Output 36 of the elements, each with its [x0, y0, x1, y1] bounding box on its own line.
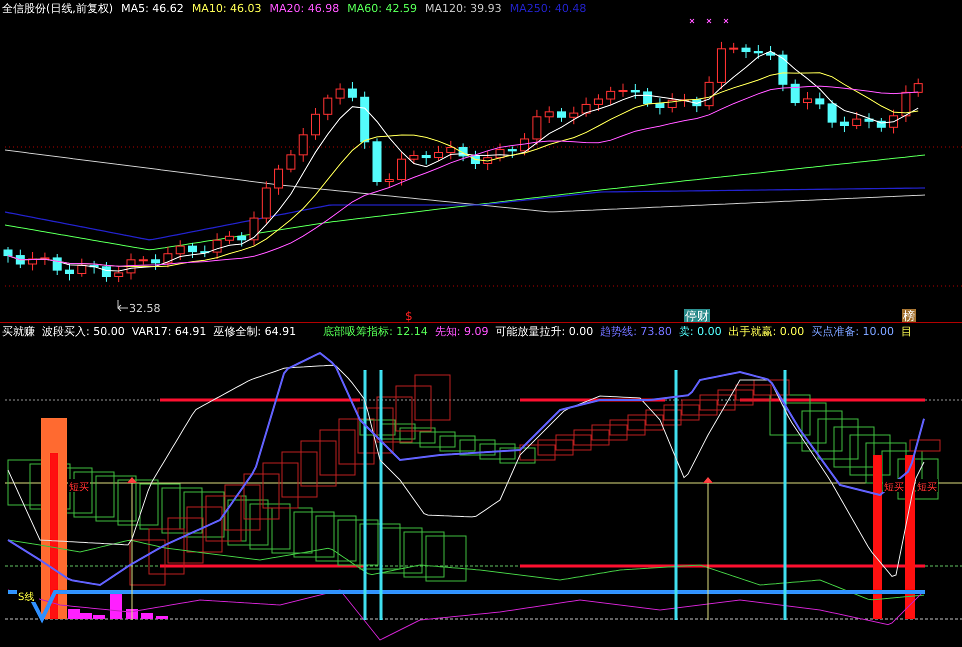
indicator-title: 买就赚: [2, 324, 35, 340]
ma-legend-value: MA120: 39.93: [424, 1, 502, 17]
signal-tag: 榜: [902, 309, 916, 322]
indicator-legend-value: 趋势线: 73.80: [600, 324, 672, 340]
cross-mark-icon: [724, 18, 728, 24]
ma-legend-value: MA60: 42.59: [347, 1, 417, 17]
indicator-legend-value: 可能放量拉升: 0.00: [496, 324, 594, 340]
signal-label: S线: [17, 589, 39, 603]
ma-legend-value: MA250: 40.48: [510, 1, 586, 17]
indicator-legend-value: 波段买入: 50.00: [42, 324, 125, 340]
histogram-bar: [141, 613, 153, 619]
indicator-legend-value: VAR17: 64.91: [132, 324, 206, 340]
ma-legend-value: MA20: 46.98: [270, 1, 340, 17]
signal-label: 短买: [916, 479, 938, 493]
arrow-icon: [703, 477, 713, 483]
low-price-arrow: [117, 300, 128, 312]
histogram-bar: [156, 616, 168, 619]
indicator-legend-value: 底部吸筹指标: 12.14: [323, 324, 428, 340]
cross-mark-icon: [690, 18, 694, 24]
indicator-legend-value: 先知: 9.09: [434, 324, 488, 340]
chart-title: 全信股份(日线,前复权): [2, 1, 114, 17]
arrow-icon: [127, 477, 137, 483]
signal-label: 短买: [68, 479, 90, 493]
indicator-legend-value: 巫修全制: 64.91: [213, 324, 296, 340]
histogram-bar: [110, 594, 122, 619]
signal-tag: 停财: [684, 309, 710, 322]
indicator-legend-value: 卖: 0.00: [678, 324, 722, 340]
indicator-legend-value: 买点准备: 10.00: [811, 324, 894, 340]
indicator-legend-value: 出手就赢: 0.00: [728, 324, 804, 340]
ma-legend-value: MA10: 46.03: [192, 1, 262, 17]
low-price-label: 32.58: [129, 302, 160, 315]
signal-label: 短买: [883, 479, 905, 493]
cross-mark-icon: [706, 18, 712, 24]
indicator-legend-value: 目: [901, 324, 912, 340]
signal-mark: $: [405, 309, 413, 322]
ma-legend-value: MA5: 46.62: [121, 1, 184, 17]
